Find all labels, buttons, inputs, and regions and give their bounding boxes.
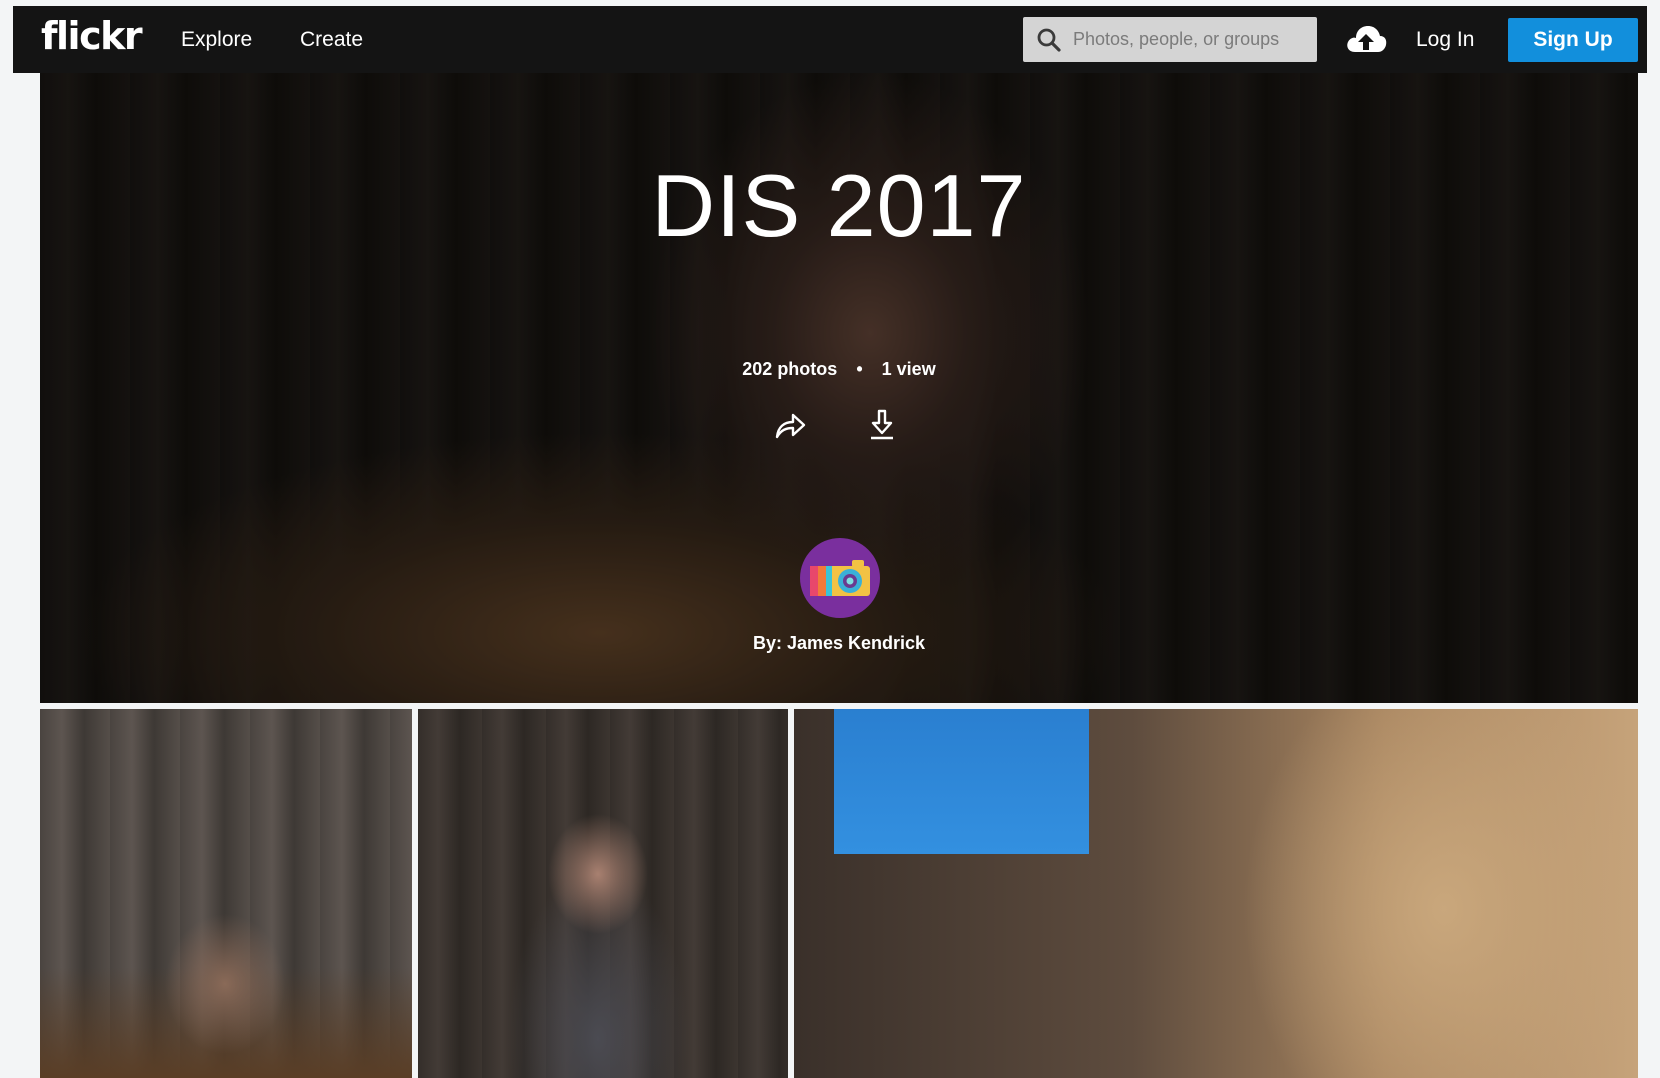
photo-thumbnail[interactable]	[40, 709, 412, 1078]
photo-thumbnail[interactable]	[418, 709, 788, 1078]
album-page: flickr Explore Create Log In Sign Up DIS…	[0, 0, 1660, 1078]
login-link[interactable]: Log In	[1416, 28, 1474, 52]
view-count: 1 view	[881, 359, 936, 379]
album-stats: 202 photos • 1 view	[40, 359, 1638, 380]
photo-thumbnail[interactable]	[794, 709, 1638, 1078]
nav-explore-link[interactable]: Explore	[181, 28, 252, 52]
search-box[interactable]	[1023, 17, 1317, 62]
flickr-logo[interactable]: flickr	[41, 14, 143, 58]
cloud-upload-icon[interactable]	[1344, 20, 1388, 58]
stats-separator: •	[856, 359, 863, 379]
search-icon	[1037, 28, 1061, 52]
author-avatar[interactable]	[800, 538, 880, 618]
album-title: DIS 2017	[651, 156, 1027, 255]
nav-create-link[interactable]: Create	[300, 28, 363, 52]
photo-count: 202 photos	[742, 359, 838, 379]
signup-button[interactable]: Sign Up	[1508, 18, 1638, 62]
download-icon[interactable]	[868, 409, 896, 441]
album-cover-photo: DIS 2017 202 photos • 1 view By: James K…	[40, 73, 1638, 703]
search-input[interactable]	[1073, 17, 1309, 62]
author-byline[interactable]: By: James Kendrick	[40, 633, 1638, 654]
top-nav: flickr Explore Create Log In Sign Up	[13, 6, 1647, 73]
share-arrow-icon[interactable]	[773, 411, 807, 441]
camera-icon	[810, 560, 870, 596]
